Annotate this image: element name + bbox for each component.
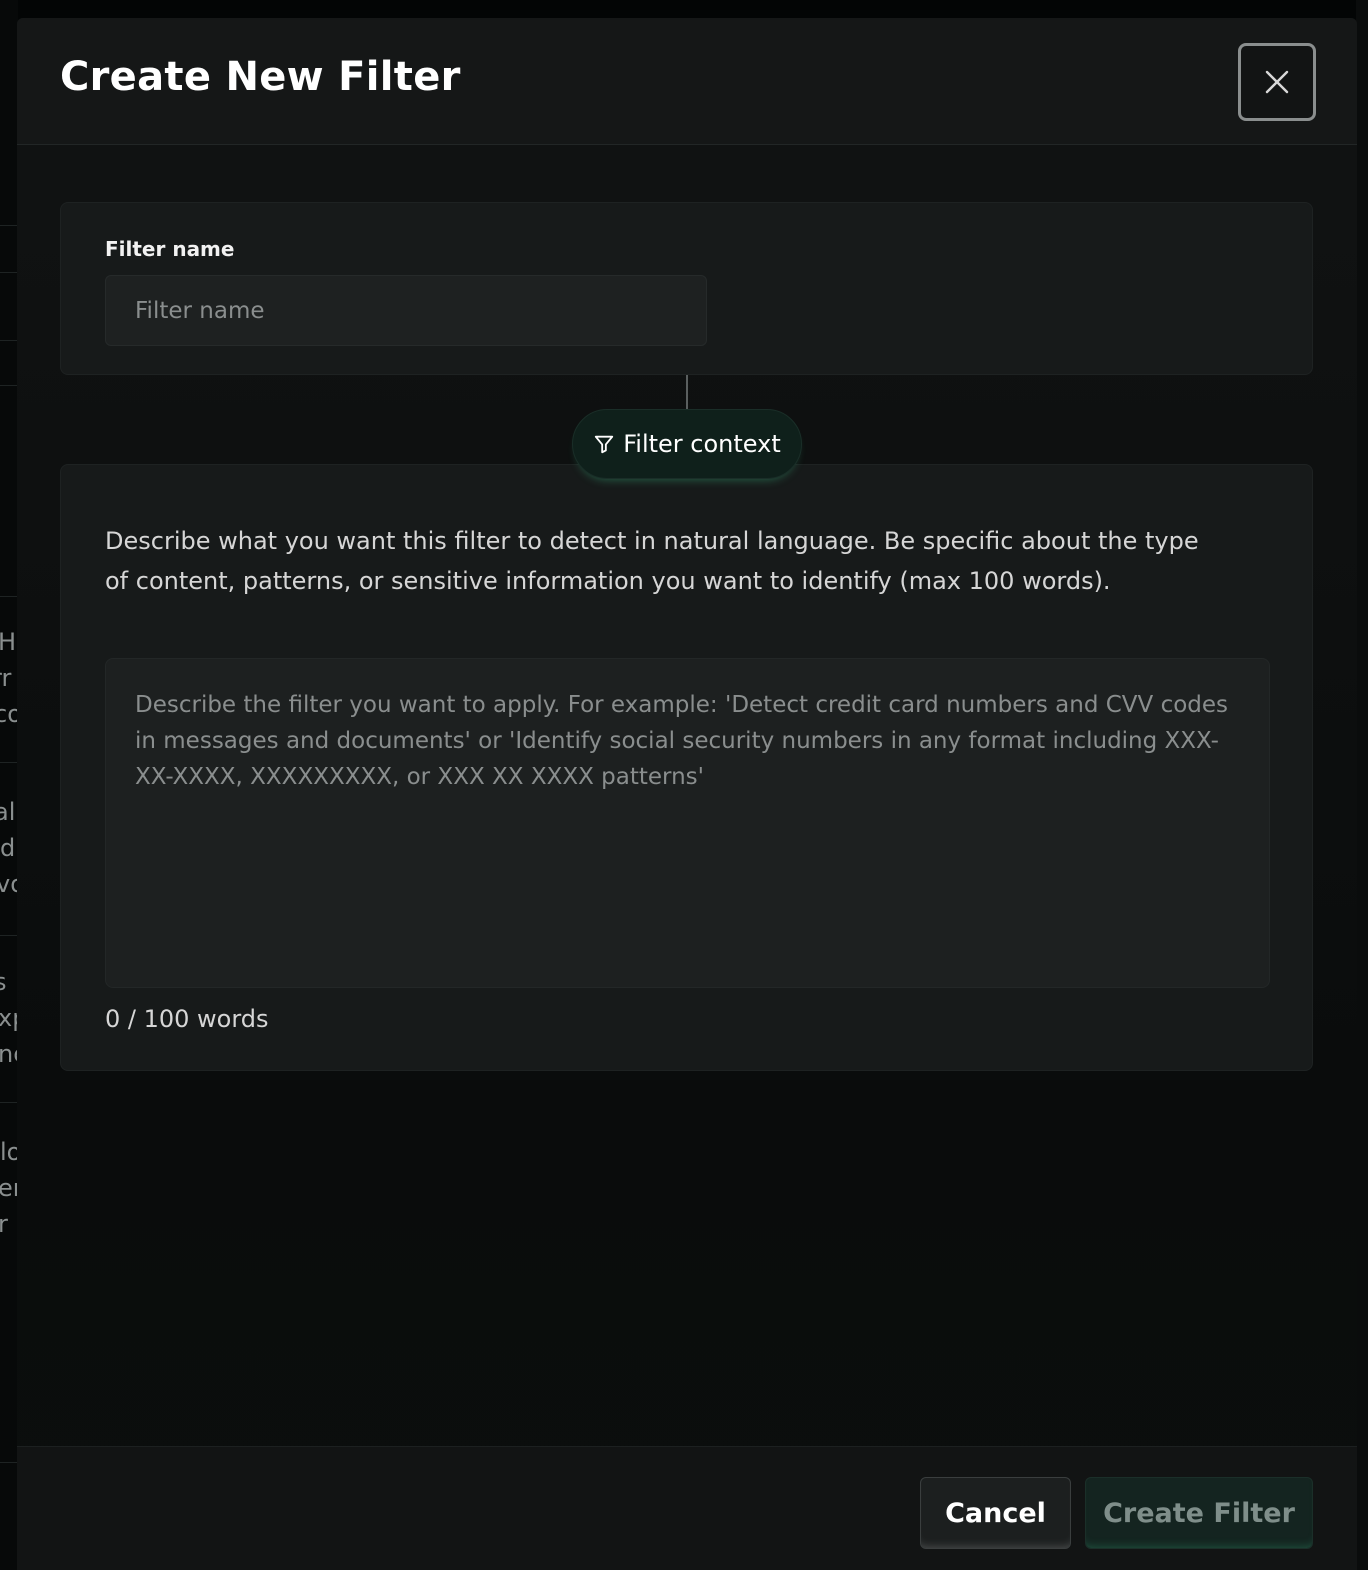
create-filter-button[interactable]: Create Filter [1085,1477,1313,1549]
background-divider [0,935,18,936]
funnel-icon [595,435,614,454]
background-text: d [0,834,16,862]
modal-title: Create New Filter [60,54,461,100]
background-page-right [1356,0,1368,1570]
background-text: al [0,798,16,826]
background-divider [0,385,18,386]
background-divider [0,1102,18,1103]
background-divider [0,1462,18,1463]
filter-context-label: Filter context [623,430,781,458]
background-text: co [0,700,18,728]
background-page: He rr co al d vo s xp nc lo er r [0,0,18,1570]
background-text: r [0,1210,8,1238]
background-divider [0,596,18,597]
background-divider [0,762,18,763]
filter-context-pill: Filter context [572,409,802,479]
background-divider [0,340,18,341]
create-filter-modal: Create New Filter Filter name Filter con… [17,18,1357,1570]
background-text: lo [0,1138,18,1166]
background-text: s [0,968,7,996]
page: He rr co al d vo s xp nc lo er r Create … [0,0,1368,1570]
filter-name-input[interactable] [105,275,707,346]
filter-name-label: Filter name [105,237,235,261]
background-text: vo [0,870,18,898]
filter-name-card: Filter name [60,202,1313,375]
modal-header: Create New Filter [17,18,1357,145]
background-text: He [0,628,18,656]
cancel-button[interactable]: Cancel [920,1477,1071,1549]
filter-context-card: Describe what you want this filter to de… [60,464,1313,1071]
background-divider [0,272,18,273]
connector-line [686,375,688,410]
filter-context-textarea[interactable] [105,658,1270,988]
background-text: rr [0,664,12,692]
word-count: 0 / 100 words [105,1005,269,1033]
close-icon [1265,70,1289,94]
close-button[interactable] [1238,43,1316,121]
background-text: xp [0,1004,18,1032]
background-divider [0,225,18,226]
modal-footer: Cancel Create Filter [17,1446,1357,1570]
background-text: nc [0,1040,18,1068]
filter-context-description: Describe what you want this filter to de… [105,527,1199,595]
background-text: er [0,1174,18,1202]
